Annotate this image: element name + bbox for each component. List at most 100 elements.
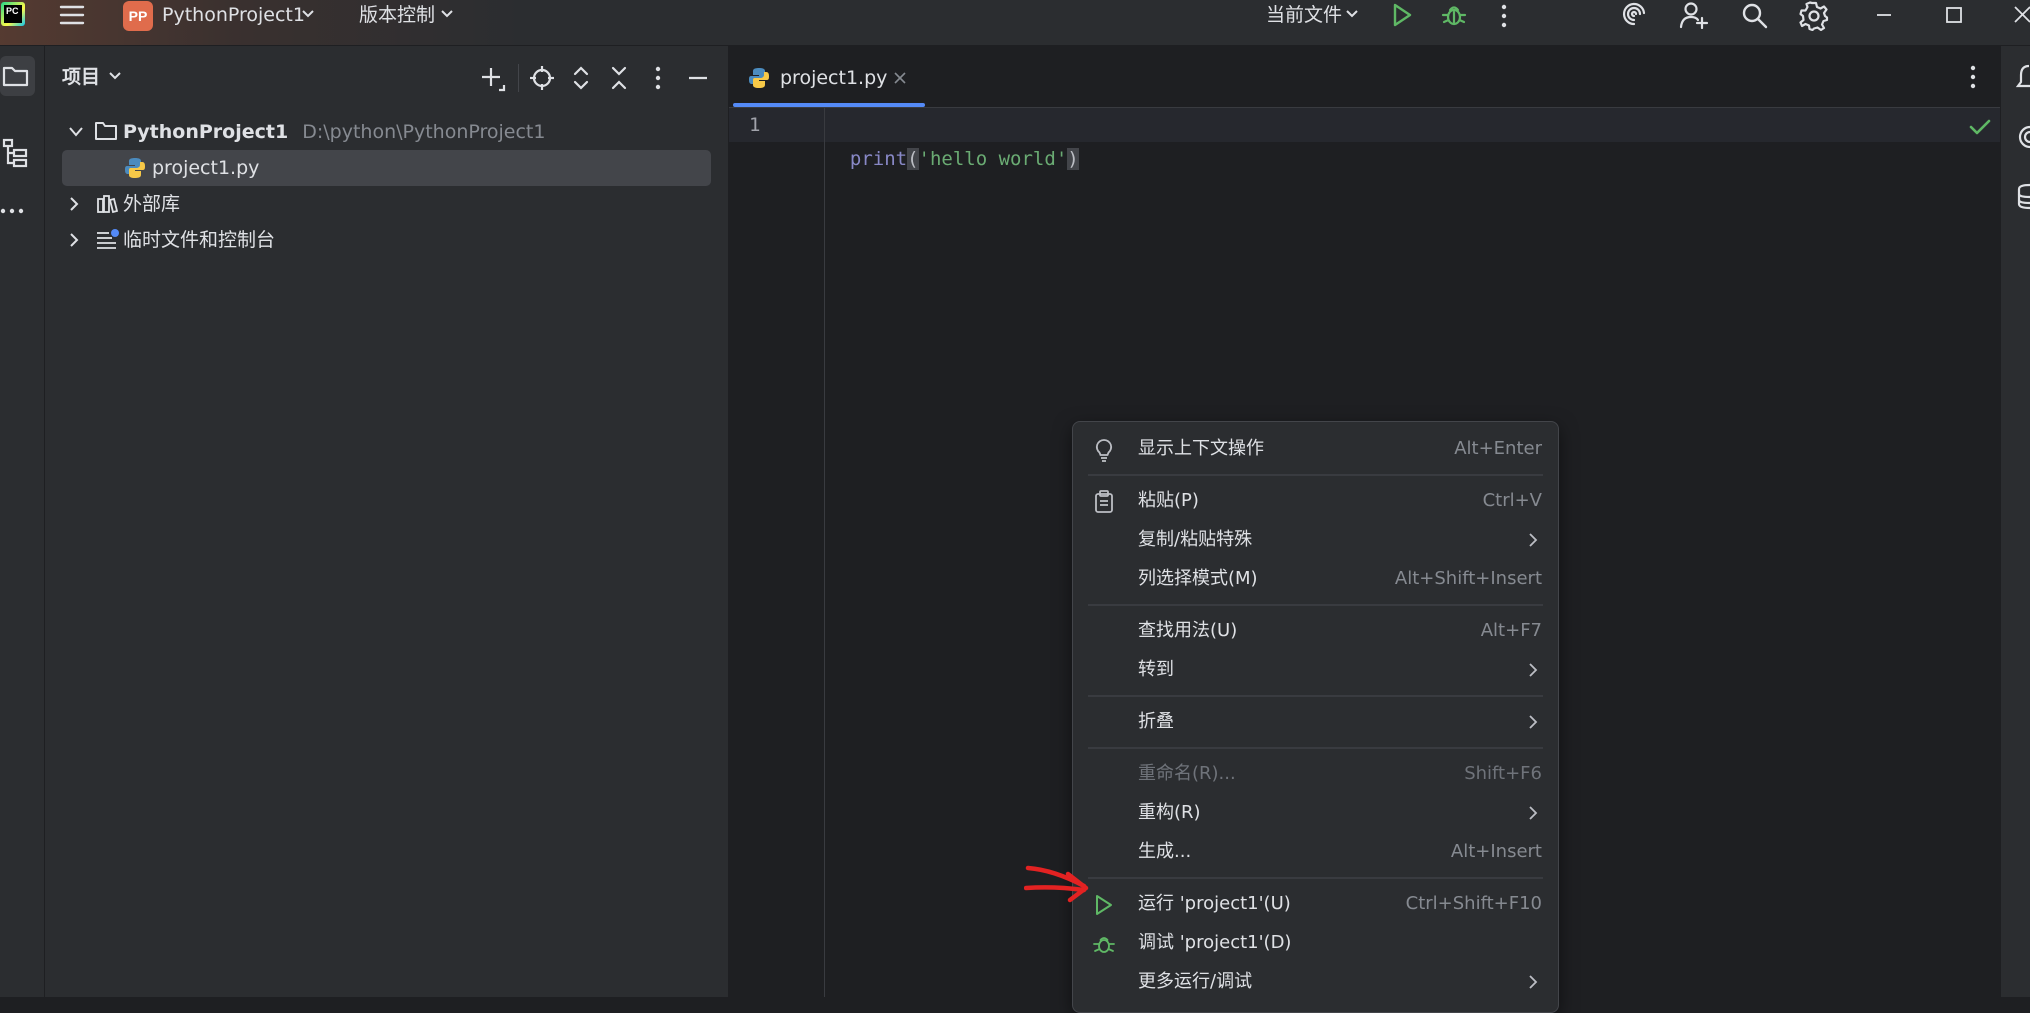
search-icon[interactable] xyxy=(1741,2,1769,30)
menu-item-more-run-debug[interactable]: 更多运行/调试 xyxy=(1085,963,1546,1001)
tree-collapse-arrow-icon[interactable] xyxy=(68,232,80,248)
menu-item-copy-paste-special[interactable]: 复制/粘贴特殊 xyxy=(1085,521,1546,559)
python-file-icon xyxy=(748,67,770,89)
submenu-arrow-icon xyxy=(1528,532,1538,548)
logo-text: PC xyxy=(4,5,22,23)
add-user-icon[interactable] xyxy=(1679,1,1709,29)
code-string-literal: 'hello world' xyxy=(918,148,1068,170)
expand-all-icon[interactable] xyxy=(573,64,589,92)
menu-label: 显示上下文操作 xyxy=(1138,438,1264,459)
folder-icon xyxy=(94,120,118,142)
menu-label: 重构(R) xyxy=(1138,802,1201,823)
menu-item-find-usages[interactable]: 查找用法(U) Alt+F7 xyxy=(1085,612,1546,650)
python-file-icon xyxy=(124,157,146,179)
menu-item-folding[interactable]: 折叠 xyxy=(1085,703,1546,741)
menu-item-generate[interactable]: 生成... Alt+Insert xyxy=(1085,833,1546,871)
scratches-icon xyxy=(96,228,120,250)
menu-shortcut: Alt+Insert xyxy=(1450,841,1542,862)
menu-separator xyxy=(1088,695,1543,697)
run-icon xyxy=(1093,893,1115,917)
menu-shortcut: Alt+Enter xyxy=(1454,438,1542,459)
tree-expand-arrow-icon[interactable] xyxy=(68,126,84,138)
chevron-down-icon[interactable] xyxy=(301,9,315,19)
chevron-down-icon[interactable] xyxy=(1345,9,1359,19)
menu-label: 转到 xyxy=(1138,659,1174,680)
menu-shortcut: Ctrl+V xyxy=(1482,490,1542,511)
menu-item-rename[interactable]: 重命名(R)... Shift+F6 xyxy=(1085,755,1546,793)
menu-item-paste[interactable]: 粘贴(P) Ctrl+V xyxy=(1085,482,1546,520)
menu-item-run-project1[interactable]: 运行 'project1'(U) Ctrl+Shift+F10 xyxy=(1085,885,1546,923)
editor-context-menu: 显示上下文操作 Alt+Enter 粘贴(P) Ctrl+V 复制/粘贴特殊 列… xyxy=(1072,421,1559,1013)
menu-shortcut: Ctrl+Shift+F10 xyxy=(1405,893,1542,914)
menu-separator xyxy=(1088,604,1543,606)
ai-assistant-icon[interactable] xyxy=(1620,2,1648,28)
main-menu-icon[interactable] xyxy=(58,3,86,27)
vcs-dropdown[interactable]: 版本控制 xyxy=(359,0,435,30)
tree-item-project1-py[interactable]: project1.py xyxy=(152,150,259,186)
menu-label: 调试 'project1'(D) xyxy=(1138,932,1292,953)
menu-item-refactor[interactable]: 重构(R) xyxy=(1085,794,1546,832)
library-icon xyxy=(96,193,118,215)
close-window-icon[interactable] xyxy=(2013,5,2030,25)
editor-tab-options-icon[interactable] xyxy=(1968,64,1978,90)
tab-label: project1.py xyxy=(780,67,888,89)
database-icon[interactable] xyxy=(2016,182,2030,210)
project-badge[interactable]: PP xyxy=(123,1,153,31)
tree-item-scratches-consoles[interactable]: 临时文件和控制台 xyxy=(123,222,275,258)
menu-separator xyxy=(1088,747,1543,749)
panel-divider xyxy=(518,64,519,92)
menu-item-show-context-actions[interactable]: 显示上下文操作 Alt+Enter xyxy=(1085,430,1546,468)
menu-label: 复制/粘贴特殊 xyxy=(1138,529,1253,550)
menu-item-column-selection-mode[interactable]: 列选择模式(M) Alt+Shift+Insert xyxy=(1085,560,1546,598)
submenu-arrow-icon xyxy=(1528,714,1538,730)
pycharm-logo-icon: PC xyxy=(1,2,25,26)
line-number: 1 xyxy=(749,114,761,136)
submenu-arrow-icon xyxy=(1528,805,1538,821)
tree-collapse-arrow-icon[interactable] xyxy=(68,196,80,212)
no-problems-check-icon[interactable] xyxy=(1969,118,1991,136)
structure-icon[interactable] xyxy=(2,138,28,168)
tree-item-external-libraries[interactable]: 外部库 xyxy=(123,186,180,222)
panel-options-icon[interactable] xyxy=(653,64,663,92)
collapse-all-icon[interactable] xyxy=(611,64,627,92)
tree-item-project-root[interactable]: PythonProject1 D:\python\PythonProject1 xyxy=(123,114,545,150)
hide-panel-icon[interactable] xyxy=(687,70,709,86)
locate-file-icon[interactable] xyxy=(529,65,555,91)
debug-icon[interactable] xyxy=(1441,2,1467,28)
menu-label: 生成... xyxy=(1138,841,1192,862)
gutter-divider xyxy=(824,108,825,997)
menu-label: 粘贴(P) xyxy=(1138,490,1199,511)
run-config-dropdown[interactable]: 当前文件 xyxy=(1266,0,1342,30)
menu-separator xyxy=(1088,877,1543,879)
menu-shortcut: Alt+Shift+Insert xyxy=(1394,568,1542,589)
project-folder-icon[interactable] xyxy=(2,64,30,88)
code-paren-open: ( xyxy=(907,148,919,170)
notifications-bell-icon[interactable] xyxy=(2015,62,2030,92)
debug-icon xyxy=(1093,932,1115,956)
code-paren-close: ) xyxy=(1067,148,1079,170)
code-line-1[interactable]: print('hello world') xyxy=(827,108,1079,176)
run-icon[interactable] xyxy=(1391,2,1413,28)
new-file-icon[interactable] xyxy=(480,66,506,92)
settings-gear-icon[interactable] xyxy=(1799,1,1829,31)
project-panel-title[interactable]: 项目 xyxy=(62,62,100,92)
tab-close-icon[interactable] xyxy=(893,71,907,85)
menu-shortcut: Shift+F6 xyxy=(1464,763,1542,784)
chevron-down-icon[interactable] xyxy=(440,9,454,19)
annotation-arrow-icon xyxy=(1024,862,1092,906)
project-name-dropdown[interactable]: PythonProject1 xyxy=(162,0,305,30)
active-tab-indicator xyxy=(733,103,925,107)
menu-item-go-to[interactable]: 转到 xyxy=(1085,651,1546,689)
chevron-down-icon[interactable] xyxy=(108,71,122,81)
menu-item-debug-project1[interactable]: 调试 'project1'(D) xyxy=(1085,924,1546,962)
ai-chat-icon[interactable] xyxy=(2015,124,2030,150)
maximize-window-icon[interactable] xyxy=(1945,6,1963,24)
minimize-window-icon[interactable] xyxy=(1875,6,1893,24)
lightbulb-icon xyxy=(1093,438,1115,462)
menu-label: 列选择模式(M) xyxy=(1138,568,1258,589)
more-actions-icon[interactable] xyxy=(1499,3,1509,29)
editor-tab-project1-py[interactable]: project1.py xyxy=(733,58,925,98)
left-tool-strip xyxy=(0,46,45,997)
more-tools-icon[interactable] xyxy=(0,206,26,216)
menu-separator xyxy=(1088,474,1543,476)
